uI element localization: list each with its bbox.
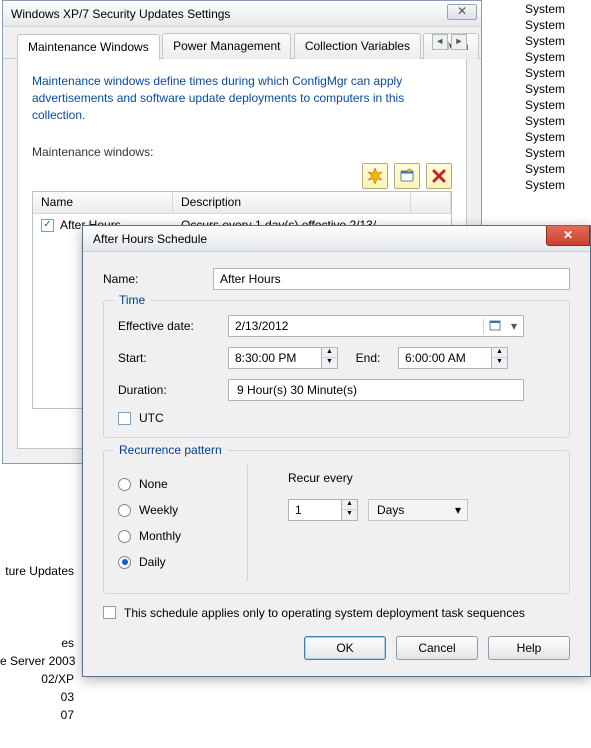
bg-system-item: System bbox=[525, 98, 585, 112]
col-spacer bbox=[411, 192, 451, 213]
delete-x-icon bbox=[431, 168, 447, 184]
bg-system-item: System bbox=[525, 50, 585, 64]
settings-titlebar[interactable]: Windows XP/7 Security Updates Settings ✕ bbox=[3, 1, 481, 27]
bg-text: ture Updates bbox=[0, 564, 80, 578]
recurrence-legend: Recurrence pattern bbox=[114, 443, 227, 457]
settings-title: Windows XP/7 Security Updates Settings bbox=[11, 7, 230, 21]
listview-header: Name Description bbox=[33, 192, 451, 214]
osd-only-checkbox[interactable] bbox=[103, 606, 116, 619]
spinner-buttons: ▲ ▼ bbox=[321, 348, 337, 368]
bg-system-item: System bbox=[525, 82, 585, 96]
bg-system-item: System bbox=[525, 18, 585, 32]
end-time-value: 6:00:00 AM bbox=[399, 351, 491, 365]
recurrence-options: None Weekly Monthly Daily bbox=[118, 465, 248, 581]
utc-checkbox[interactable] bbox=[118, 412, 131, 425]
effective-date-value: 2/13/2012 bbox=[229, 319, 483, 333]
dropdown-icon[interactable]: ▾ bbox=[505, 319, 523, 333]
close-icon[interactable]: ✕ bbox=[447, 4, 477, 20]
recur-every-value: 1 bbox=[289, 503, 341, 517]
cancel-button[interactable]: Cancel bbox=[396, 636, 478, 660]
osd-only-row: This schedule applies only to operating … bbox=[103, 606, 570, 620]
effective-date-picker[interactable]: 2/13/2012 ▾ bbox=[228, 315, 524, 337]
end-time-input[interactable]: 6:00:00 AM ▲ ▼ bbox=[398, 347, 508, 369]
col-name-header[interactable]: Name bbox=[33, 192, 173, 213]
end-label: End: bbox=[338, 351, 398, 365]
bg-system-item: System bbox=[525, 66, 585, 80]
schedule-title: After Hours Schedule bbox=[93, 232, 207, 246]
starburst-icon bbox=[367, 168, 383, 184]
tab-scroll-right-icon[interactable]: ► bbox=[451, 34, 467, 50]
start-label: Start: bbox=[118, 351, 228, 365]
osd-only-label: This schedule applies only to operating … bbox=[124, 606, 570, 620]
ok-button[interactable]: OK bbox=[304, 636, 386, 660]
bg-system-item: System bbox=[525, 2, 585, 16]
spinner-buttons: ▲ ▼ bbox=[341, 500, 357, 520]
new-schedule-button[interactable] bbox=[362, 163, 388, 189]
bg-text: 07 bbox=[0, 708, 80, 722]
radio-weekly[interactable]: Weekly bbox=[118, 503, 235, 517]
spinner-buttons: ▲ ▼ bbox=[491, 348, 507, 368]
bg-system-item: System bbox=[525, 162, 585, 176]
properties-button[interactable] bbox=[394, 163, 420, 189]
effective-date-label: Effective date: bbox=[118, 319, 228, 333]
utc-label: UTC bbox=[139, 411, 164, 425]
radio-none[interactable]: None bbox=[118, 477, 235, 491]
bg-system-item: System bbox=[525, 130, 585, 144]
col-desc-header[interactable]: Description bbox=[173, 192, 411, 213]
time-legend: Time bbox=[114, 293, 150, 307]
tab-maintenance-windows[interactable]: Maintenance Windows bbox=[17, 34, 160, 60]
tab-scroll-buttons: ◄ ► bbox=[432, 33, 467, 50]
spin-down-icon[interactable]: ▼ bbox=[342, 510, 357, 520]
bg-text: 02/XP bbox=[0, 672, 80, 686]
recur-every-panel: Recur every 1 ▲ ▼ Days ▾ bbox=[288, 465, 468, 581]
name-label: Name: bbox=[103, 272, 213, 286]
tab-collection-variables[interactable]: Collection Variables bbox=[294, 33, 421, 59]
bg-system-item: System bbox=[525, 146, 585, 160]
dialog-buttons: OK Cancel Help bbox=[103, 636, 570, 660]
info-text: Maintenance windows define times during … bbox=[32, 73, 452, 123]
bg-system-item: System bbox=[525, 178, 585, 192]
spin-down-icon[interactable]: ▼ bbox=[492, 358, 507, 368]
background-system-list: System System System System System System Syst… bbox=[525, 0, 585, 194]
delete-button[interactable] bbox=[426, 163, 452, 189]
mw-toolbar bbox=[32, 163, 452, 189]
radio-monthly[interactable]: Monthly bbox=[118, 529, 235, 543]
schedule-dialog: After Hours Schedule ✕ Name: Time Effect… bbox=[82, 225, 591, 677]
start-time-input[interactable]: 8:30:00 PM ▲ ▼ bbox=[228, 347, 338, 369]
spin-up-icon[interactable]: ▲ bbox=[322, 348, 337, 358]
bg-text: e Server 2003 bbox=[0, 654, 80, 668]
recur-unit-combo: Days ▾ bbox=[368, 499, 468, 521]
schedule-titlebar[interactable]: After Hours Schedule ✕ bbox=[83, 226, 590, 252]
bg-text: 03 bbox=[0, 690, 80, 704]
close-button[interactable]: ✕ bbox=[546, 226, 590, 246]
dropdown-icon: ▾ bbox=[449, 503, 467, 517]
background-left-text: ture Updates es e Server 2003 02/XP 03 0… bbox=[0, 560, 80, 726]
tab-scroll-left-icon[interactable]: ◄ bbox=[432, 34, 448, 50]
spin-up-icon[interactable]: ▲ bbox=[492, 348, 507, 358]
bg-system-item: System bbox=[525, 114, 585, 128]
radio-daily[interactable]: Daily bbox=[118, 555, 235, 569]
start-time-value: 8:30:00 PM bbox=[229, 351, 321, 365]
dialog-body: Name: Time Effective date: 2/13/2012 ▾ S… bbox=[83, 252, 590, 676]
duration-value: 9 Hour(s) 30 Minute(s) bbox=[228, 379, 524, 401]
calendar-icon[interactable] bbox=[483, 319, 505, 334]
recur-every-label: Recur every bbox=[288, 471, 468, 485]
recurrence-groupbox: Recurrence pattern None Weekly Monthly D… bbox=[103, 450, 570, 594]
spin-down-icon[interactable]: ▼ bbox=[322, 358, 337, 368]
bg-system-item: System bbox=[525, 34, 585, 48]
help-button[interactable]: Help bbox=[488, 636, 570, 660]
recur-every-input[interactable]: 1 ▲ ▼ bbox=[288, 499, 358, 521]
spin-up-icon[interactable]: ▲ bbox=[342, 500, 357, 510]
tab-power-management[interactable]: Power Management bbox=[162, 33, 291, 59]
name-input[interactable] bbox=[213, 268, 570, 290]
tab-strip: Maintenance Windows Power Management Col… bbox=[3, 33, 481, 59]
properties-icon bbox=[399, 168, 415, 184]
mw-list-label: Maintenance windows: bbox=[32, 145, 452, 159]
recur-unit-value: Days bbox=[369, 503, 449, 517]
bg-text: es bbox=[0, 636, 80, 650]
time-groupbox: Time Effective date: 2/13/2012 ▾ Start: … bbox=[103, 300, 570, 438]
row-checkbox[interactable] bbox=[41, 219, 54, 232]
duration-label: Duration: bbox=[118, 383, 228, 397]
